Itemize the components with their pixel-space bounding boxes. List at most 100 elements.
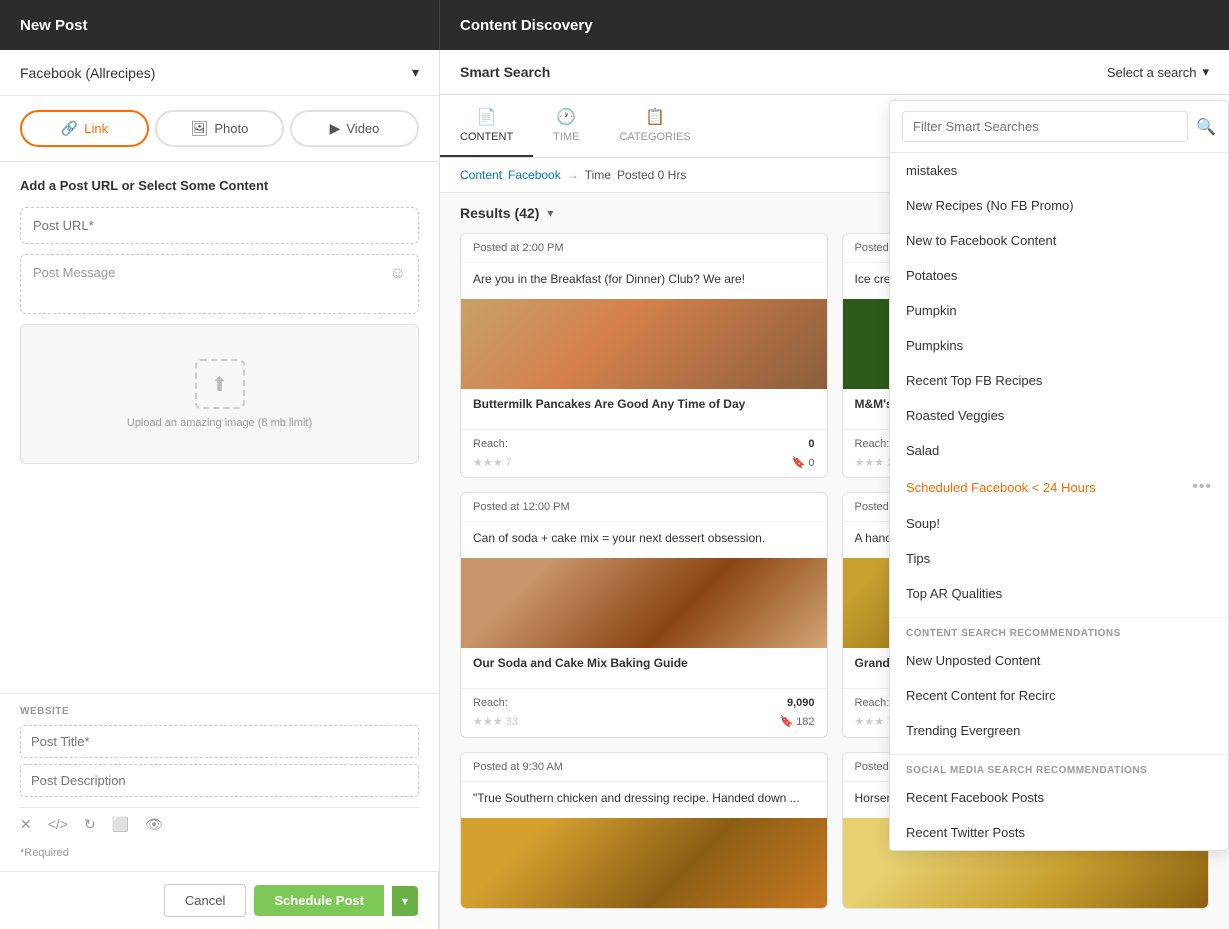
dropdown-item-scheduled[interactable]: Scheduled Facebook < 24 Hours ••• [890, 468, 1228, 506]
stars-icon: ★★★ 33 [473, 715, 518, 728]
website-label: WEBSITE [20, 706, 419, 717]
dropdown-item-recent-facebook[interactable]: Recent Facebook Posts [890, 780, 1228, 815]
close-icon[interactable]: ✕ [20, 816, 32, 833]
reach-label: Reach: [473, 697, 508, 709]
card-posted-time: Posted at 12:00 PM [461, 493, 827, 522]
website-section: WEBSITE ✕ </> ↻ ⬜ 👁 *Required [0, 693, 439, 871]
dropdown-item-new-facebook[interactable]: New to Facebook Content [890, 223, 1228, 258]
stars-icon: ★★★ 7 [473, 456, 512, 469]
dropdown-item-new-unposted[interactable]: New Unposted Content [890, 643, 1228, 678]
content-section-title: Add a Post URL or Select Some Content [20, 178, 419, 193]
link-label: Link [84, 121, 108, 136]
cancel-button[interactable]: Cancel [164, 884, 246, 917]
main-content: Facebook (Allrecipes) ▾ 🔗 Link 🖼 Photo ▶… [0, 50, 1229, 929]
card-footer: Reach: 0 ★★★ 7 🔖 0 [461, 429, 827, 477]
categories-tab-icon: 📋 [645, 107, 665, 127]
dropdown-item-mistakes[interactable]: mistakes [890, 153, 1228, 188]
select-search-chevron-icon: ▾ [1202, 64, 1209, 80]
tab-categories[interactable]: 📋 CATEGORIES [599, 95, 710, 157]
filter-content-link[interactable]: Content [460, 168, 502, 182]
schedule-dropdown-button[interactable]: ▾ [392, 886, 418, 916]
image-upload-area[interactable]: ⬆ Upload an amazing image (8 mb limit) [20, 324, 419, 464]
result-card[interactable]: Posted at 2:00 PM Are you in the Breakfa… [460, 233, 828, 478]
filter-facebook-link[interactable]: Facebook [508, 168, 561, 182]
post-message-field[interactable]: Post Message ☺ [20, 254, 419, 314]
share-count: 🔖 182 [779, 715, 814, 728]
video-icon: ▶ [330, 120, 341, 137]
left-panel: Facebook (Allrecipes) ▾ 🔗 Link 🖼 Photo ▶… [0, 50, 440, 929]
filter-time-text: Time [585, 168, 611, 182]
dropdown-item-tips[interactable]: Tips [890, 541, 1228, 576]
account-label: Facebook (Allrecipes) [20, 65, 155, 81]
content-discovery-header: Content Discovery [440, 0, 1229, 50]
photo-label: Photo [214, 121, 248, 136]
content-recommendations-label: CONTENT SEARCH RECOMMENDATIONS [890, 617, 1228, 643]
dropdown-item-recent-top[interactable]: Recent Top FB Recipes [890, 363, 1228, 398]
reach-value: 9,090 [787, 697, 815, 709]
schedule-post-button[interactable]: Schedule Post [254, 885, 384, 916]
bottom-action-bar: Cancel Schedule Post ▾ [0, 871, 439, 929]
filter-separator: → [567, 168, 579, 182]
categories-tab-label: CATEGORIES [619, 131, 690, 143]
item-more-icon[interactable]: ••• [1192, 478, 1212, 496]
post-title-input[interactable] [20, 725, 419, 758]
card-footer: Reach: 9,090 ★★★ 33 🔖 182 [461, 688, 827, 736]
dropdown-item-trending[interactable]: Trending Evergreen [890, 713, 1228, 748]
account-selector[interactable]: Facebook (Allrecipes) ▾ [0, 50, 439, 96]
card-image [461, 818, 827, 908]
refresh-icon[interactable]: ↻ [84, 816, 96, 833]
result-card[interactable]: Posted at 9:30 AM "True Southern chicken… [460, 752, 828, 909]
required-note: *Required [20, 847, 419, 859]
card-posted-time: Posted at 9:30 AM [461, 753, 827, 782]
editor-toolbar: ✕ </> ↻ ⬜ 👁 [20, 807, 419, 841]
code-icon[interactable]: </> [48, 816, 68, 833]
dropdown-item-recent-twitter[interactable]: Recent Twitter Posts [890, 815, 1228, 850]
tab-time[interactable]: 🕐 TIME [533, 95, 599, 157]
link-button[interactable]: 🔗 Link [20, 110, 149, 147]
results-chevron-icon[interactable]: ▾ [547, 206, 553, 220]
reach-label: Reach: [855, 438, 890, 450]
dropdown-item-top-ar[interactable]: Top AR Qualities [890, 576, 1228, 611]
social-recommendations-label: SOCIAL MEDIA SEARCH RECOMMENDATIONS [890, 754, 1228, 780]
dropdown-item-potatoes[interactable]: Potatoes [890, 258, 1228, 293]
video-button[interactable]: ▶ Video [290, 110, 419, 147]
dropdown-item-soup[interactable]: Soup! [890, 506, 1228, 541]
dropdown-item-roasted[interactable]: Roasted Veggies [890, 398, 1228, 433]
content-discovery-title: Content Discovery [460, 17, 593, 34]
content-tab-icon: 📄 [477, 107, 497, 127]
dropdown-item-pumpkins[interactable]: Pumpkins [890, 328, 1228, 363]
result-card[interactable]: Posted at 12:00 PM Can of soda + cake mi… [460, 492, 828, 737]
results-count: Results (42) [460, 205, 539, 221]
select-search-label: Select a search [1107, 65, 1197, 80]
reach-value: 0 [808, 438, 814, 450]
content-tab-label: CONTENT [460, 131, 513, 143]
link-icon: 🔗 [61, 120, 78, 137]
post-message-placeholder: Post Message [33, 265, 115, 280]
dropdown-item-salad[interactable]: Salad [890, 433, 1228, 468]
upload-icon: ⬆ [195, 359, 245, 409]
eye-icon[interactable]: 👁 [145, 816, 163, 833]
card-title: Our Soda and Cake Mix Baking Guide [461, 648, 827, 688]
select-search-button[interactable]: Select a search ▾ [1107, 64, 1209, 80]
new-post-header: New Post [0, 0, 440, 50]
top-header: New Post Content Discovery [0, 0, 1229, 50]
dropdown-item-recent-recirc[interactable]: Recent Content for Recirc [890, 678, 1228, 713]
post-url-input[interactable] [20, 207, 419, 244]
emoji-icon[interactable]: ☺ [390, 265, 406, 283]
filter-smart-searches-input[interactable] [902, 111, 1188, 142]
dropdown-item-pumpkin[interactable]: Pumpkin [890, 293, 1228, 328]
card-text: Can of soda + cake mix = your next desse… [461, 522, 827, 558]
card-posted-time: Posted at 2:00 PM [461, 234, 827, 263]
right-panel: Smart Search Select a search ▾ 📄 CONTENT… [440, 50, 1229, 929]
photo-button[interactable]: 🖼 Photo [155, 110, 284, 147]
photo-icon: 🖼 [191, 120, 209, 137]
tab-content[interactable]: 📄 CONTENT [440, 95, 533, 157]
post-description-input[interactable] [20, 764, 419, 797]
crop-icon[interactable]: ⬜ [112, 816, 129, 833]
dropdown-item-new-recipes[interactable]: New Recipes (No FB Promo) [890, 188, 1228, 223]
search-icon[interactable]: 🔍 [1196, 117, 1216, 137]
content-section: Add a Post URL or Select Some Content Po… [0, 162, 439, 693]
app-container: New Post Content Discovery Facebook (All… [0, 0, 1229, 929]
smart-search-label: Smart Search [460, 64, 550, 80]
share-count: 🔖 0 [792, 456, 815, 469]
